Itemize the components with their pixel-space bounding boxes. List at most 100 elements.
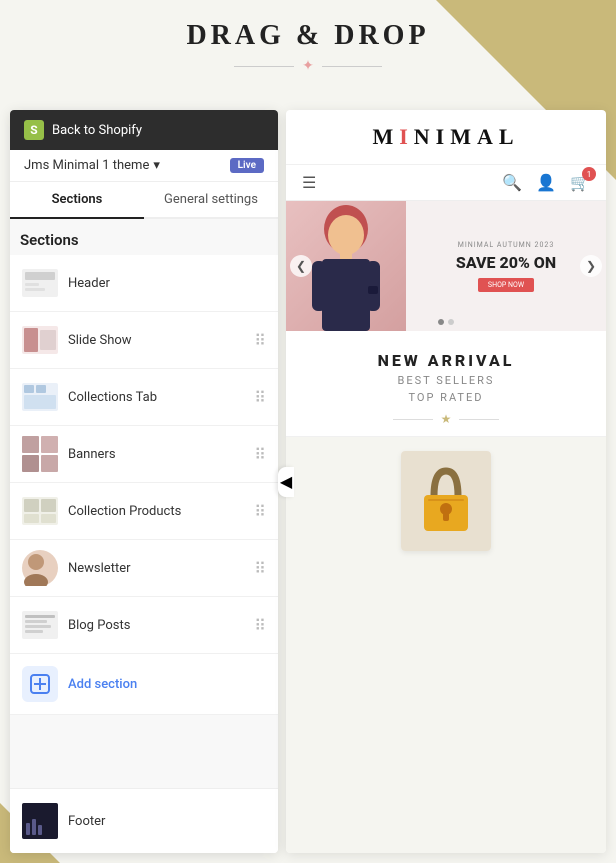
collection-products-icon [22, 497, 58, 525]
slideshow-thumb [22, 322, 58, 358]
newsletter-icon [22, 550, 58, 586]
title-divider: ✦ [0, 58, 616, 74]
sidebar-item-slideshow[interactable]: Slide Show ⠿ [10, 312, 278, 369]
left-panel: S Back to Shopify Jms Minimal 1 theme ▾ … [10, 110, 278, 853]
padlock-icon [416, 461, 476, 541]
banners-icon [22, 436, 58, 472]
middle-line1[interactable]: NEW ARRIVAL [302, 351, 590, 370]
sidebar-item-collection-products[interactable]: Collection Products ⠿ [10, 483, 278, 540]
chevron-right-icon: ❯ [586, 259, 596, 273]
sidebar-item-collections-tab[interactable]: Collections Tab ⠿ [10, 369, 278, 426]
blog-posts-label: Blog Posts [68, 618, 244, 633]
middle-divider-right [459, 419, 499, 420]
page-title-area: DRAG & DROP ✦ [0, 20, 616, 74]
footer-label: Footer [68, 814, 266, 829]
product-image [401, 451, 491, 551]
live-badge: Live [230, 158, 264, 173]
hamburger-icon[interactable]: ☰ [302, 173, 316, 192]
store-header: MINIMAL [286, 110, 606, 165]
collections-tab-thumb [22, 379, 58, 415]
page-title: DRAG & DROP [0, 20, 616, 52]
divider-star: ✦ [302, 58, 314, 74]
cart-badge: 1 [582, 167, 596, 181]
sidebar-item-header[interactable]: Header [10, 255, 278, 312]
store-nav: ☰ 🔍 👤 🛒 1 [286, 165, 606, 201]
user-icon[interactable]: 👤 [536, 173, 556, 192]
banners-thumb [22, 436, 58, 472]
slider-prev-button[interactable]: ❮ [290, 255, 312, 277]
right-panel: ◀ MINIMAL ☰ 🔍 👤 🛒 1 [286, 110, 606, 853]
blog-posts-drag-handle[interactable]: ⠿ [254, 616, 266, 635]
collapse-handle[interactable]: ◀ [278, 467, 294, 497]
slider-next-button[interactable]: ❯ [580, 255, 602, 277]
sections-header: Sections [10, 219, 278, 255]
product-card[interactable] [401, 451, 491, 551]
tab-sections[interactable]: Sections [10, 182, 144, 217]
sidebar-item-newsletter[interactable]: Newsletter ⠿ [10, 540, 278, 597]
theme-name-label: Jms Minimal 1 theme [24, 158, 149, 173]
middle-star-icon: ★ [441, 412, 452, 426]
newsletter-drag-handle[interactable]: ⠿ [254, 559, 266, 578]
sections-list: Sections Header [10, 219, 278, 782]
theme-name-container[interactable]: Jms Minimal 1 theme ▾ [24, 158, 160, 173]
slideshow-drag-handle[interactable]: ⠿ [254, 331, 266, 350]
store-logo: MINIMAL [306, 124, 586, 150]
newsletter-label: Newsletter [68, 561, 244, 576]
collections-tab-drag-handle[interactable]: ⠿ [254, 388, 266, 407]
store-middle: NEW ARRIVAL BEST SELLERS TOP RATED ★ [286, 331, 606, 437]
collapse-arrow-icon: ◀ [280, 472, 292, 491]
sidebar-item-footer[interactable]: Footer [10, 788, 278, 853]
collection-products-thumb [22, 493, 58, 529]
divider-line-left [234, 66, 294, 67]
tab-general-settings[interactable]: General settings [144, 182, 278, 217]
collection-products-drag-handle[interactable]: ⠿ [254, 502, 266, 521]
blog-posts-thumb [22, 607, 58, 643]
hero-person-image [306, 201, 386, 331]
hero-subtitle: MINIMAL AUTUMN 2023 [422, 241, 590, 249]
footer-icon [22, 803, 58, 839]
nav-icons-right: 🔍 👤 🛒 1 [502, 173, 590, 192]
hero-slider: ❮ [286, 201, 606, 331]
add-section-icon [22, 666, 58, 702]
back-to-shopify-label: Back to Shopify [52, 123, 142, 138]
slider-dots [438, 319, 454, 325]
cart-container[interactable]: 🛒 1 [570, 173, 590, 192]
logo-accent: I [399, 124, 414, 149]
footer-section: Footer [10, 782, 278, 853]
collections-tab-icon [22, 383, 58, 411]
banners-drag-handle[interactable]: ⠿ [254, 445, 266, 464]
divider-line-right [322, 66, 382, 67]
header-icon [22, 269, 58, 297]
store-preview: MINIMAL ☰ 🔍 👤 🛒 1 ❮ [286, 110, 606, 853]
middle-divider-left [393, 419, 433, 420]
product-section [286, 437, 606, 853]
header-thumb [22, 265, 58, 301]
search-icon[interactable]: 🔍 [502, 173, 522, 192]
main-container: S Back to Shopify Jms Minimal 1 theme ▾ … [10, 110, 606, 853]
middle-line3[interactable]: TOP RATED [302, 391, 590, 404]
chevron-left-icon: ❮ [296, 259, 306, 273]
middle-line2[interactable]: BEST SELLERS [302, 374, 590, 387]
hero-content: MINIMAL AUTUMN 2023 SAVE 20% ON SHOP NOW [406, 231, 606, 302]
slideshow-icon [22, 326, 58, 354]
tab-general-settings-label: General settings [164, 192, 258, 207]
add-section-button[interactable]: Add section [10, 654, 278, 715]
slider-dot-1[interactable] [438, 319, 444, 325]
plus-icon [30, 674, 50, 694]
tabs-bar: Sections General settings [10, 182, 278, 219]
sidebar-item-blog-posts[interactable]: Blog Posts ⠿ [10, 597, 278, 654]
add-section-label: Add section [68, 677, 137, 692]
chevron-down-icon: ▾ [153, 158, 160, 173]
tab-sections-label: Sections [52, 192, 103, 207]
footer-thumb [22, 803, 58, 839]
back-to-shopify-bar[interactable]: S Back to Shopify [10, 110, 278, 150]
newsletter-thumb [22, 550, 58, 586]
slider-dot-2[interactable] [448, 319, 454, 325]
banners-label: Banners [68, 447, 244, 462]
hero-discount: SAVE 20% ON [422, 253, 590, 272]
sidebar-item-banners[interactable]: Banners ⠿ [10, 426, 278, 483]
store-middle-divider: ★ [302, 412, 590, 426]
hero-shop-button[interactable]: SHOP NOW [478, 278, 534, 292]
theme-bar: Jms Minimal 1 theme ▾ Live [10, 150, 278, 182]
collection-products-label: Collection Products [68, 504, 244, 519]
